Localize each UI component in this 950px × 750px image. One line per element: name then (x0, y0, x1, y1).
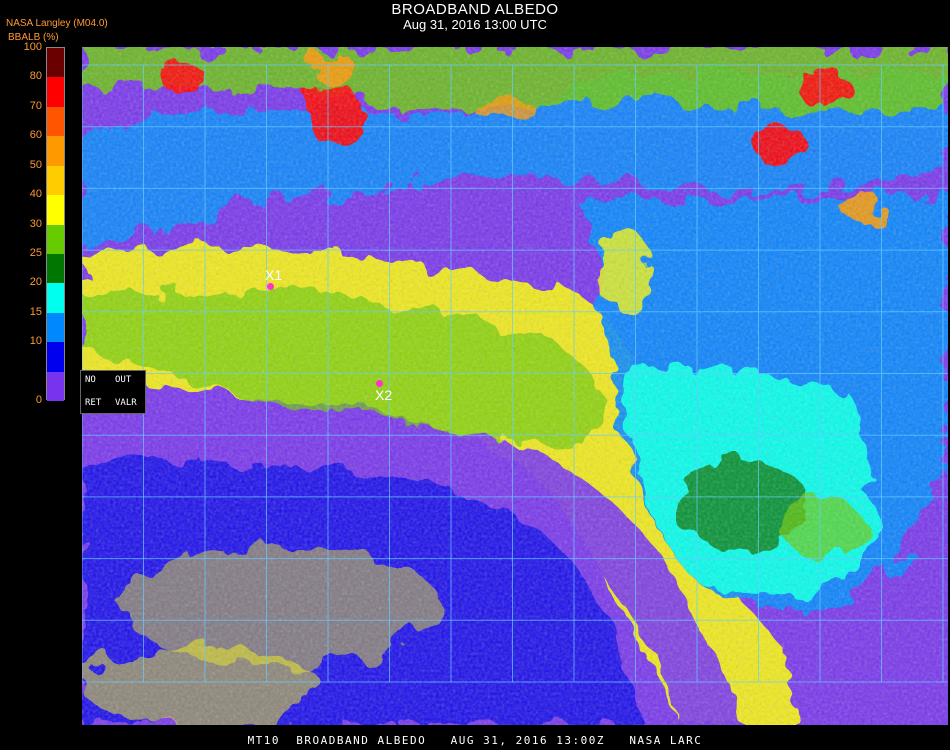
scale-tick: 0 (35, 394, 42, 406)
scale-segment (47, 283, 64, 314)
legend-out: OUT (115, 375, 132, 385)
scale-tick: 80 (29, 70, 42, 83)
marker-dot-x2 (376, 380, 383, 387)
color-scale-bar (46, 47, 65, 402)
scale-segment (47, 136, 64, 167)
texture-overlay (82, 47, 948, 725)
scale-tick: 20 (29, 276, 42, 289)
marker-x1: X1 (265, 267, 283, 283)
scale-tick: 10 (29, 335, 42, 348)
scale-segment (47, 312, 64, 343)
marker-x2: X2 (375, 387, 393, 403)
scale-segment (47, 48, 64, 78)
map-title: BROADBAND ALBEDO (391, 1, 559, 18)
scale-tick: 40 (29, 188, 42, 201)
scale-segment (47, 77, 64, 108)
scale-segment (47, 371, 64, 402)
footer-caption: MT10 BROADBAND ALBEDO AUG 31, 2016 13:00… (247, 734, 703, 747)
map-subtitle: Aug 31, 2016 13:00 UTC (403, 17, 547, 32)
legend-no: NO (85, 375, 96, 385)
legend-valr: VALR (115, 398, 137, 408)
scale-segment (47, 253, 64, 284)
scale-segment (47, 165, 64, 196)
scale-tick: 25 (29, 246, 42, 259)
scale-tick: 100 (23, 41, 42, 53)
scale-segment (47, 342, 64, 373)
scale-tick: 60 (29, 129, 42, 142)
marker-dot-x1 (267, 283, 274, 290)
scale-tick: 70 (29, 99, 42, 112)
scale-segment (47, 106, 64, 137)
organization-label: NASA Langley (M04.0) (6, 18, 108, 29)
scale-segment (47, 195, 64, 225)
scale-tick: 30 (29, 217, 42, 230)
legend-ret: RET (85, 398, 102, 408)
scale-tick: 50 (29, 158, 42, 171)
albedo-map: X1 X2 (81, 47, 948, 727)
no-retrieval-legend: NO OUT RET VALR (80, 370, 146, 414)
scale-tick: 15 (29, 305, 42, 318)
albedo-map-svg (81, 47, 948, 727)
scale-segment (47, 224, 64, 255)
